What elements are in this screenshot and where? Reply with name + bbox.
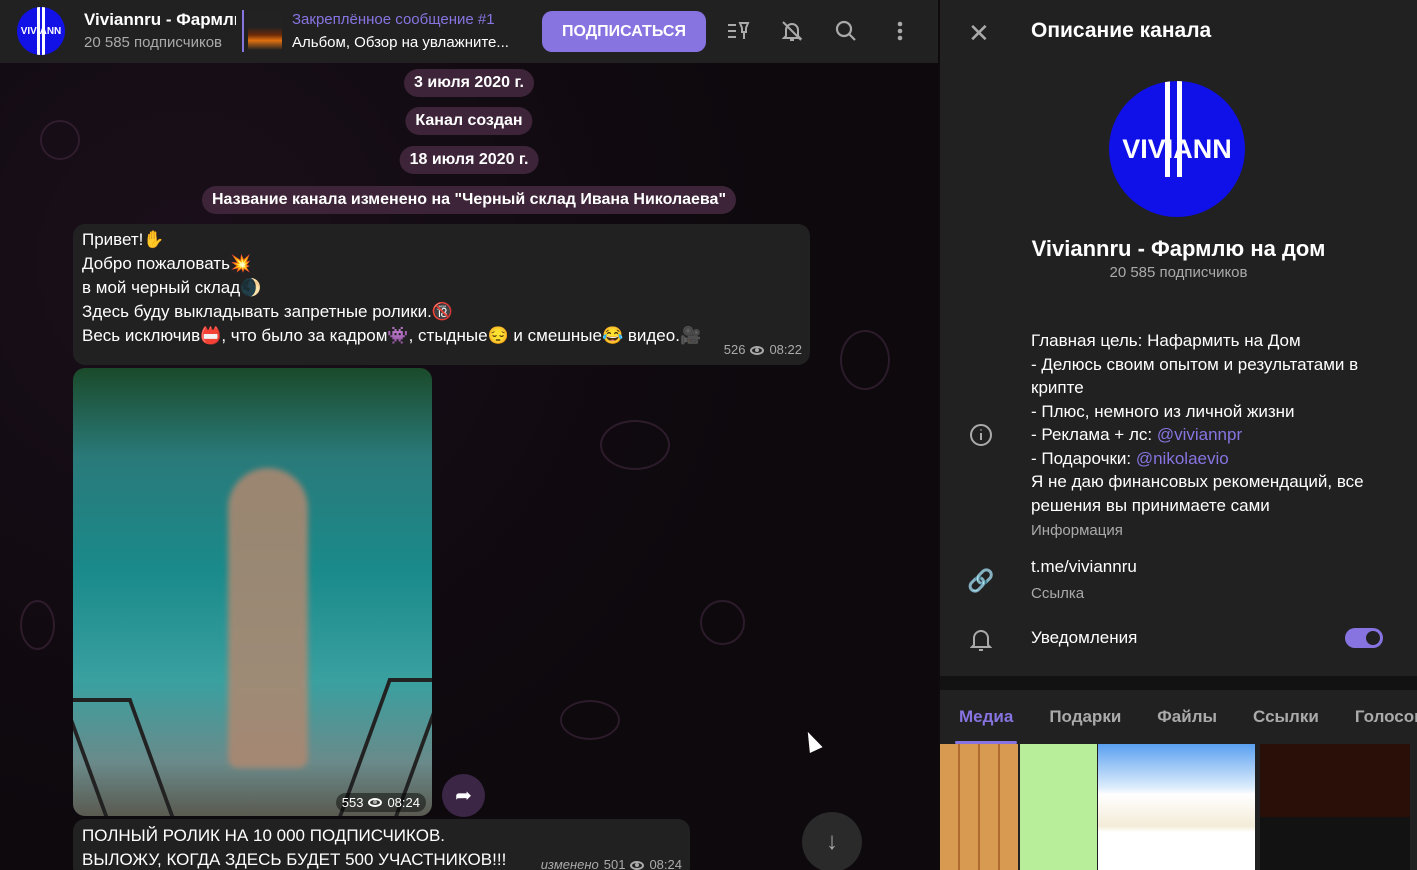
pinned-indicator — [242, 10, 244, 52]
date-badge: 18 июля 2020 г. — [399, 146, 539, 174]
mute-bell-icon[interactable] — [779, 18, 805, 44]
message-time: 08:24 — [387, 795, 420, 810]
message-meta: изменено 501 08:24 — [541, 853, 682, 870]
media-thumbnail[interactable] — [1020, 744, 1097, 870]
background-doodle — [560, 700, 620, 740]
tab-voice[interactable]: Голосовые — [1355, 707, 1417, 727]
pinned-list-icon[interactable] — [725, 18, 751, 44]
view-count: 501 — [603, 857, 626, 870]
stair-rail — [73, 698, 175, 816]
logo-text: VIVIANN — [1122, 133, 1232, 164]
forward-button[interactable]: ➦ — [442, 774, 485, 817]
background-doodle — [40, 120, 80, 160]
background-doodle — [20, 600, 55, 650]
search-icon[interactable] — [833, 18, 859, 44]
gifts-contact-link[interactable]: @nikolaevio — [1136, 449, 1229, 468]
view-count: 553 — [341, 795, 364, 810]
info-icon — [968, 422, 994, 448]
link-label: Ссылка — [1031, 585, 1085, 602]
eye-icon — [368, 798, 383, 807]
tab-files[interactable]: Файлы — [1157, 707, 1217, 727]
tab-media[interactable]: Медиа — [954, 707, 1018, 744]
channel-link[interactable]: t.me/viviannru — [1031, 557, 1137, 577]
description-line: - Плюс, немного из личной жизни — [1031, 401, 1295, 421]
description-text: - Реклама + лс: — [1031, 425, 1157, 444]
date-badge: 3 июля 2020 г. — [404, 69, 534, 97]
pinned-text[interactable]: Альбом, Обзор на увлажните... — [292, 34, 509, 51]
mouse-cursor-icon — [801, 728, 823, 754]
service-message: Канал создан — [405, 107, 533, 135]
chat-area: 3 июля 2020 г. Канал создан 18 июля 2020… — [0, 0, 938, 870]
pinned-thumbnail[interactable] — [248, 12, 282, 50]
subscribe-button[interactable]: ПОДПИСАТЬСЯ — [542, 11, 706, 52]
video-subject — [228, 468, 308, 768]
more-icon[interactable] — [887, 18, 913, 44]
channel-name: Viviannru - Фармлю на дом — [1031, 236, 1326, 261]
media-thumbnail[interactable] — [1098, 744, 1255, 870]
ads-contact-link[interactable]: @viviannpr — [1157, 425, 1242, 444]
notifications-label: Уведомления — [1031, 628, 1138, 647]
description-line: - Делюсь своим опытом и результатами в к… — [1031, 354, 1359, 398]
channel-avatar[interactable]: VIVIANN — [17, 7, 65, 55]
channel-name[interactable]: Viviannru - Фармлю на дом — [84, 10, 236, 30]
notifications-toggle[interactable] — [1345, 628, 1383, 648]
message-line: ПОЛНЫЙ РОЛИК НА 10 000 ПОДПИСЧИКОВ. — [82, 826, 446, 845]
channel-avatar-large[interactable]: VIVIANN — [1109, 81, 1245, 217]
message-line: Привет!✋ — [82, 230, 165, 249]
eye-icon — [750, 345, 765, 355]
description-line: Главная цель: Нафармить на Дом — [1031, 331, 1301, 350]
background-doodle — [840, 330, 890, 390]
message-bubble[interactable]: Привет!✋ Добро пожаловать💥 в мой черный … — [73, 224, 810, 365]
panel-title: Описание канала — [1031, 19, 1212, 42]
message-time: 08:24 — [649, 857, 682, 870]
message-meta: 553 08:24 — [335, 793, 426, 812]
description-line: Я не даю финансовых рекомендаций, все ре… — [1031, 472, 1364, 515]
tab-gifts[interactable]: Подарки — [1049, 707, 1121, 727]
close-icon[interactable]: ✕ — [968, 18, 990, 49]
chat-header: VIVIANN Viviannru - Фармлю на дом 20 585… — [0, 0, 938, 63]
subscriber-count: 20 585 подписчиков — [1109, 264, 1248, 281]
message-bubble[interactable]: ПОЛНЫЙ РОЛИК НА 10 000 ПОДПИСЧИКОВ. ВЫЛО… — [73, 819, 690, 870]
section-divider — [940, 676, 1417, 690]
service-message: Название канала изменено на "Черный скла… — [201, 186, 737, 214]
arrow-down-icon: ↓ — [826, 828, 838, 855]
message-line: в мой черный склад🌒 — [82, 278, 262, 297]
logo-text: VIVIANN — [20, 25, 62, 37]
forward-icon: ➦ — [455, 785, 472, 807]
description-line: - Подарочки: @nikolaevio — [1031, 447, 1401, 471]
view-count: 526 — [723, 342, 746, 357]
background-doodle — [700, 600, 745, 645]
message-line: Добро пожаловать💥 — [82, 254, 252, 273]
eye-icon — [630, 860, 645, 870]
video-message[interactable]: 553 08:24 — [73, 368, 432, 816]
scroll-down-button[interactable]: ↓ — [802, 812, 862, 870]
message-time: 08:22 — [769, 342, 802, 357]
channel-description: Главная цель: Нафармить на Дом - Делюсь … — [1031, 329, 1401, 543]
media-thumbnail[interactable] — [940, 744, 1018, 870]
link-icon: 🔗 — [967, 568, 995, 593]
media-tabs: Медиа Подарки Файлы Ссылки Голосовые — [940, 690, 1417, 744]
message-meta: 526 08:22 — [724, 338, 802, 362]
message-line: Здесь буду выкладывать запретные ролики.… — [82, 302, 453, 321]
tab-links[interactable]: Ссылки — [1253, 707, 1319, 727]
channel-info-panel: ✕ Описание канала VIVIANN Viviannru - Фа… — [940, 0, 1417, 870]
subscriber-count: 20 585 подписчиков — [84, 34, 223, 51]
edited-label: изменено — [540, 857, 599, 870]
pinned-title[interactable]: Закреплённое сообщение #1 — [292, 11, 495, 28]
description-text: - Подарочки: — [1031, 448, 1136, 468]
bell-icon — [968, 626, 994, 652]
description-line: - Реклама + лс: @viviannpr — [1031, 423, 1401, 447]
info-label: Информация — [1031, 522, 1123, 539]
media-thumbnail[interactable] — [1260, 744, 1410, 870]
message-line: Весь исключив📛, что было за кадром👾, сты… — [82, 326, 702, 345]
background-doodle — [600, 420, 670, 470]
